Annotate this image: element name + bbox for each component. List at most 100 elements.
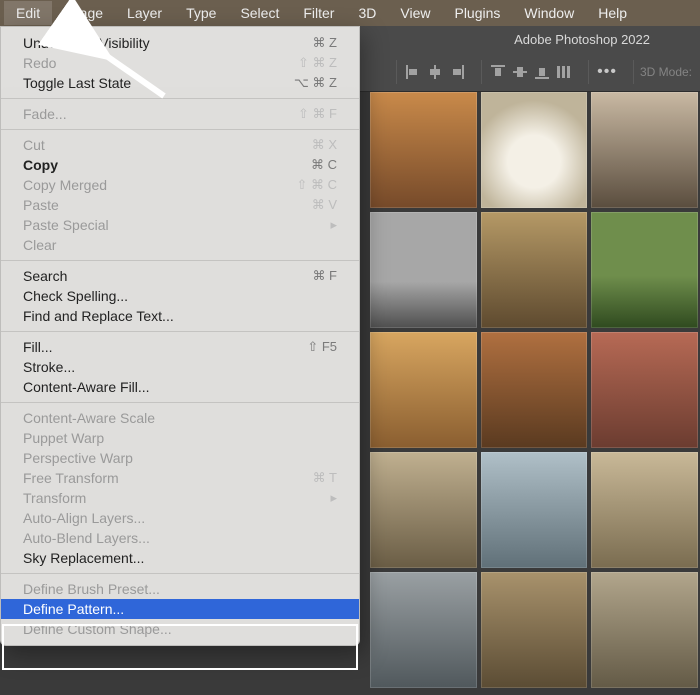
menu-separator <box>1 573 359 574</box>
image-thumbnail[interactable] <box>591 332 698 448</box>
app-title: Adobe Photoshop 2022 <box>514 32 650 47</box>
menu-item-label: Search <box>23 268 67 284</box>
menu-item-redo: Redo ⇧ ⌘ Z <box>1 53 359 73</box>
menu-separator <box>1 260 359 261</box>
menu-shortcut: ⇧ ⌘ Z <box>298 55 337 71</box>
image-thumbnail[interactable] <box>370 92 477 208</box>
align-left-icon[interactable] <box>403 62 423 82</box>
submenu-arrow-icon: ▸ <box>330 217 337 233</box>
menu-item-label: Auto-Align Layers... <box>23 510 145 526</box>
menu-shortcut: ⇧ ⌘ C <box>296 177 337 193</box>
image-thumbnail[interactable] <box>481 572 588 688</box>
menubar-item-plugins[interactable]: Plugins <box>442 1 512 25</box>
image-thumbnail[interactable] <box>481 212 588 328</box>
menu-item-label: Paste Special <box>23 217 109 233</box>
menu-shortcut: ⌘ T <box>313 470 337 486</box>
menu-item-label: Transform <box>23 490 86 506</box>
menu-item-stroke[interactable]: Stroke... <box>1 357 359 377</box>
align-group-2 <box>481 60 580 84</box>
align-right-icon[interactable] <box>447 62 467 82</box>
menu-item-label: Clear <box>23 237 56 253</box>
menu-item-label: Define Custom Shape... <box>23 621 172 637</box>
menu-item-transform: Transform ▸ <box>1 488 359 508</box>
menu-item-label: Copy <box>23 157 58 173</box>
menu-item-free-transform: Free Transform⌘ T <box>1 468 359 488</box>
align-top-icon[interactable] <box>488 62 508 82</box>
menu-item-label: Define Brush Preset... <box>23 581 160 597</box>
menu-item-content-aware-fill[interactable]: Content-Aware Fill... <box>1 377 359 397</box>
menu-item-label: Content-Aware Scale <box>23 410 155 426</box>
image-thumbnail[interactable] <box>481 92 588 208</box>
menu-shortcut: ⌘ Z <box>312 35 337 51</box>
mode-3d-label: 3D Mode: <box>633 60 698 84</box>
menu-item-label: Find and Replace Text... <box>23 308 174 324</box>
menubar-item-3d[interactable]: 3D <box>346 1 388 25</box>
menu-item-undo-layer-visibility[interactable]: Undo Layer Visibility ⌘ Z <box>1 33 359 53</box>
menu-item-auto-align-layers: Auto-Align Layers... <box>1 508 359 528</box>
menu-shortcut: ⌘ X <box>312 137 337 153</box>
menu-shortcut: ⌥ ⌘ Z <box>294 75 337 91</box>
menu-item-label: Check Spelling... <box>23 288 128 304</box>
menu-item-fill[interactable]: Fill...⇧ F5 <box>1 337 359 357</box>
menu-item-content-aware-scale: Content-Aware Scale <box>1 408 359 428</box>
menu-item-toggle-last-state[interactable]: Toggle Last State⌥ ⌘ Z <box>1 73 359 93</box>
menubar-item-layer[interactable]: Layer <box>115 1 174 25</box>
menu-item-label: Sky Replacement... <box>23 550 144 566</box>
image-thumbnail[interactable] <box>591 92 698 208</box>
menu-item-label: Redo <box>23 55 56 71</box>
menu-separator <box>1 129 359 130</box>
menu-item-fade: Fade...⇧ ⌘ F <box>1 104 359 124</box>
menu-item-define-custom-shape: Define Custom Shape... <box>1 619 359 639</box>
image-thumbnail[interactable] <box>481 332 588 448</box>
submenu-arrow-icon: ▸ <box>330 490 337 506</box>
menu-item-define-pattern[interactable]: Define Pattern... <box>1 599 359 619</box>
image-thumbnail[interactable] <box>591 452 698 568</box>
image-thumbnail[interactable] <box>370 452 477 568</box>
menu-item-label: Fill... <box>23 339 53 355</box>
menu-separator <box>1 331 359 332</box>
menubar-item-help[interactable]: Help <box>586 1 639 25</box>
menubar-item-view[interactable]: View <box>388 1 442 25</box>
menu-shortcut: ⌘ F <box>312 268 337 284</box>
menu-shortcut: ⇧ ⌘ F <box>298 106 337 122</box>
align-center-v-icon[interactable] <box>510 62 530 82</box>
menu-item-label: Undo Layer Visibility <box>23 35 150 51</box>
menu-item-clear: Clear <box>1 235 359 255</box>
align-bottom-icon[interactable] <box>532 62 552 82</box>
menubar-item-type[interactable]: Type <box>174 1 228 25</box>
image-thumbnail[interactable] <box>481 452 588 568</box>
image-thumbnail[interactable] <box>370 332 477 448</box>
menu-item-search[interactable]: Search ⌘ F <box>1 266 359 286</box>
menu-item-auto-blend-layers: Auto-Blend Layers... <box>1 528 359 548</box>
menu-item-label: Stroke... <box>23 359 75 375</box>
menu-item-find-and-replace-text[interactable]: Find and Replace Text... <box>1 306 359 326</box>
system-menubar: EditImageLayerTypeSelectFilter3DViewPlug… <box>0 0 700 26</box>
image-thumbnail[interactable] <box>370 212 477 328</box>
menu-item-check-spelling[interactable]: Check Spelling... <box>1 286 359 306</box>
align-center-h-icon[interactable] <box>425 62 445 82</box>
menu-item-copy[interactable]: Copy⌘ C <box>1 155 359 175</box>
menu-item-perspective-warp: Perspective Warp <box>1 448 359 468</box>
menu-item-define-brush-preset: Define Brush Preset... <box>1 579 359 599</box>
menu-item-sky-replacement[interactable]: Sky Replacement... <box>1 548 359 568</box>
menu-item-label: Auto-Blend Layers... <box>23 530 150 546</box>
menu-separator <box>1 98 359 99</box>
menu-item-label: Puppet Warp <box>23 430 104 446</box>
menu-item-cut: Cut ⌘ X <box>1 135 359 155</box>
image-thumbnail[interactable] <box>591 572 698 688</box>
menubar-item-image[interactable]: Image <box>52 1 115 25</box>
menu-item-label: Content-Aware Fill... <box>23 379 150 395</box>
menu-item-label: Perspective Warp <box>23 450 133 466</box>
menu-item-label: Paste <box>23 197 59 213</box>
align-group-1 <box>396 60 473 84</box>
menu-item-label: Cut <box>23 137 45 153</box>
menubar-item-select[interactable]: Select <box>228 1 291 25</box>
more-options-icon[interactable]: ••• <box>588 60 625 84</box>
image-thumbnail[interactable] <box>370 572 477 688</box>
image-thumbnail[interactable] <box>591 212 698 328</box>
menu-item-paste: Paste⌘ V <box>1 195 359 215</box>
menubar-item-filter[interactable]: Filter <box>291 1 346 25</box>
menubar-item-edit[interactable]: Edit <box>4 1 52 25</box>
menubar-item-window[interactable]: Window <box>512 1 586 25</box>
distribute-icon[interactable] <box>554 62 574 82</box>
